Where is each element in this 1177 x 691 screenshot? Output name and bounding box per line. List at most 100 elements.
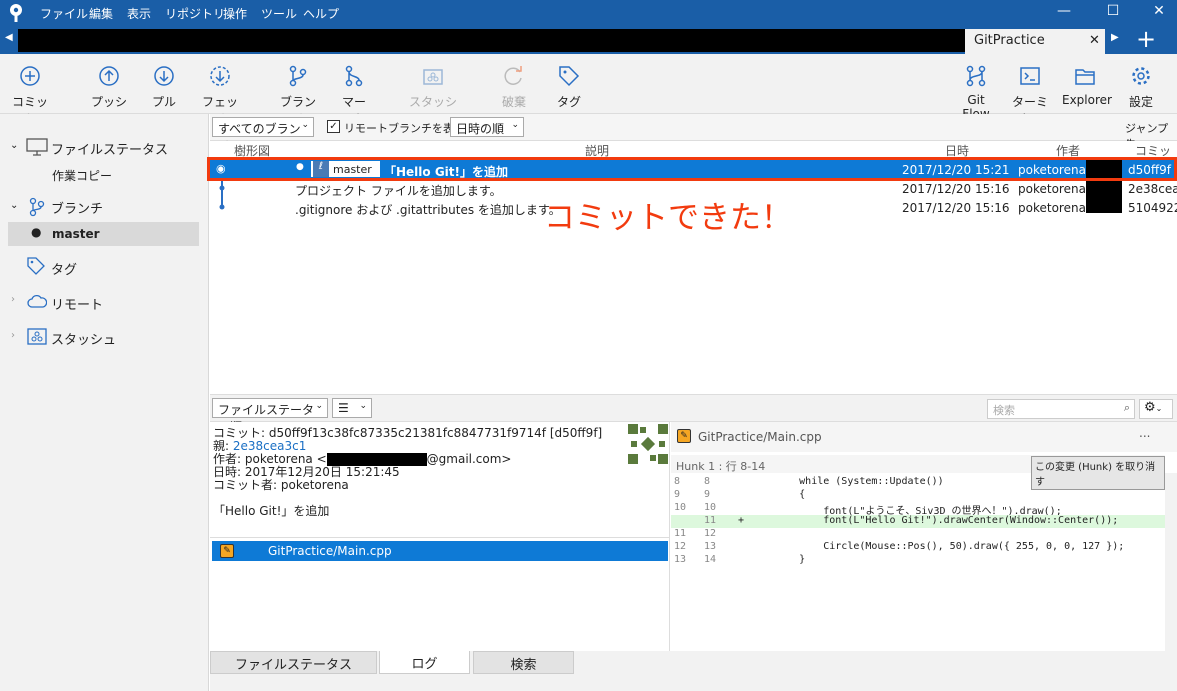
monitor-icon bbox=[26, 138, 48, 156]
file-order-dropdown[interactable]: ファイルステータス順 ⌄ bbox=[212, 398, 328, 434]
discard-label: 破棄 bbox=[501, 95, 526, 109]
code-text: } bbox=[751, 554, 806, 565]
old-line-number: 11 bbox=[674, 528, 687, 539]
redacted-email bbox=[1086, 179, 1122, 213]
pull-button[interactable]: プル bbox=[151, 64, 177, 110]
options-button[interactable]: ⚙⌄ bbox=[1139, 399, 1173, 419]
diff-scrollbar[interactable] bbox=[1165, 473, 1177, 651]
menu-view[interactable]: 表示 bbox=[127, 5, 151, 22]
menu-edit[interactable]: 編集 bbox=[89, 5, 113, 22]
highlight-box bbox=[207, 157, 1177, 181]
commit-icon bbox=[20, 66, 40, 86]
diff-line[interactable]: 10 10 font(L"ようこそ、Siv3D の世界へ！").draw(); bbox=[671, 502, 1165, 517]
sidebar: ⌄ ファイルステータス 作業コピー ⌄ ブランチ ● master タグ › リ… bbox=[0, 114, 209, 691]
tag-button[interactable]: タグ bbox=[557, 64, 581, 110]
tag-icon bbox=[26, 256, 46, 276]
diff-line[interactable]: 8 8 while (System::Update()) bbox=[671, 476, 1165, 489]
toolbar: コミット プッシュ プル フェッチ ブランチ マージ スタッシュ 破棄 タグ G… bbox=[0, 54, 1177, 126]
sidebar-item-working-copy[interactable]: 作業コピー bbox=[52, 167, 112, 184]
detail-message: 「Hello Git!」を追加 bbox=[213, 504, 330, 518]
remotes-chevron-icon[interactable]: › bbox=[11, 294, 15, 305]
sidebar-item-branches[interactable]: ブランチ bbox=[51, 198, 103, 217]
filter-bar: すべてのブランチ ⌄ ✓ リモートブランチを表示 日時の順 ⌄ ジャンプ先: bbox=[210, 114, 1177, 153]
search-placeholder: 検索 bbox=[993, 404, 1015, 417]
pull-icon bbox=[154, 66, 174, 86]
add-tab-button[interactable]: + bbox=[1136, 25, 1156, 53]
git-flow-button[interactable]: Git Flow bbox=[953, 64, 999, 121]
hunk-label: Hunk 1 : 行 8-14 bbox=[676, 460, 766, 473]
sidebar-item-tags[interactable]: タグ bbox=[51, 259, 77, 278]
detail-committer: コミット者: poketorena bbox=[213, 478, 349, 492]
close-window-button[interactable]: ✕ bbox=[1136, 3, 1177, 25]
commit-message: プロジェクト ファイルを追加します。 bbox=[295, 184, 502, 198]
menu-file[interactable]: ファイル bbox=[40, 5, 88, 22]
cloud-icon bbox=[27, 294, 48, 308]
tab-scroll-right-icon[interactable]: ▶ bbox=[1111, 32, 1119, 43]
new-line-number: 14 bbox=[704, 554, 717, 565]
branch-filter-dropdown[interactable]: すべてのブランチ ⌄ bbox=[212, 117, 314, 153]
tab-scroll-left-icon[interactable]: ◀ bbox=[5, 32, 13, 43]
fetch-icon bbox=[210, 66, 230, 86]
code-text: while (System::Update()) bbox=[751, 476, 944, 487]
order-dropdown[interactable]: 日時の順 ⌄ bbox=[450, 117, 524, 137]
new-line-number: 8 bbox=[704, 476, 711, 487]
menu-actions[interactable]: 操作 bbox=[223, 5, 247, 22]
sidebar-item-remotes[interactable]: リモート bbox=[51, 294, 103, 313]
tab-search[interactable]: 検索 bbox=[473, 651, 574, 674]
modified-file-icon: ✎ bbox=[220, 544, 234, 558]
branch-name: master bbox=[52, 227, 100, 241]
stash-icon bbox=[27, 328, 47, 346]
diff-marker: + bbox=[738, 515, 745, 526]
menu-help[interactable]: ヘルプ bbox=[303, 5, 339, 22]
tab-gitpractice[interactable]: GitPractice ✕ bbox=[965, 29, 1105, 54]
branch-icon bbox=[29, 197, 45, 217]
diff-line[interactable]: 12 13 Circle(Mouse::Pos(), 50).draw({ 255… bbox=[671, 541, 1165, 554]
explorer-button[interactable]: Explorer bbox=[1062, 64, 1112, 107]
menu-tools[interactable]: ツール bbox=[261, 5, 297, 22]
code-text: font(L"Hello Git!").drawCenter(Window::C… bbox=[751, 515, 1119, 526]
push-icon bbox=[99, 66, 119, 86]
sidebar-item-stashes[interactable]: スタッシュ bbox=[51, 329, 116, 348]
tab-file-status[interactable]: ファイルステータス bbox=[210, 651, 377, 674]
code-text: Circle(Mouse::Pos(), 50).draw({ 255, 0, … bbox=[751, 541, 1125, 552]
diff-line-added[interactable]: 11 + font(L"Hello Git!").drawCenter(Windo… bbox=[671, 515, 1165, 528]
search-input[interactable]: 検索 ⌕ bbox=[987, 399, 1135, 419]
tag-icon bbox=[559, 66, 580, 87]
diff-line[interactable]: 13 14 } bbox=[671, 554, 1165, 567]
maximize-button[interactable]: ☐ bbox=[1090, 3, 1136, 25]
commit-date: 2017/12/20 15:16 bbox=[902, 201, 1010, 215]
current-branch-icon: ● bbox=[31, 225, 42, 239]
merge-icon bbox=[345, 65, 363, 87]
sidebar-item-master[interactable]: ● master bbox=[8, 222, 199, 246]
file-row-selected[interactable]: ✎ GitPractice/Main.cpp bbox=[212, 541, 668, 561]
tab-log[interactable]: ログ bbox=[379, 651, 470, 674]
minimize-button[interactable]: — bbox=[1041, 3, 1087, 25]
tag-label: タグ bbox=[557, 95, 582, 109]
chevron-down-icon: ⌄ bbox=[315, 401, 323, 411]
old-line-number: 13 bbox=[674, 554, 687, 565]
show-remote-checkbox[interactable]: ✓ bbox=[327, 120, 340, 133]
sidebar-item-file-status[interactable]: ファイルステータス bbox=[51, 139, 168, 158]
diff-line[interactable]: 9 9 { bbox=[671, 489, 1165, 502]
discard-button[interactable]: 破棄 bbox=[501, 64, 527, 110]
code-text: { bbox=[751, 489, 806, 500]
old-line-number: 12 bbox=[674, 541, 687, 552]
file-status-chevron-icon[interactable]: ⌄ bbox=[10, 140, 18, 151]
branch-icon bbox=[289, 65, 307, 87]
stashes-chevron-icon[interactable]: › bbox=[11, 330, 15, 341]
new-line-number: 11 bbox=[704, 515, 717, 526]
commit-message: .gitignore および .gitattributes を追加します。 bbox=[295, 203, 561, 217]
tab-label: GitPractice bbox=[974, 33, 1045, 48]
branches-chevron-icon[interactable]: ⌄ bbox=[10, 200, 18, 211]
old-line-number: 9 bbox=[674, 489, 681, 500]
menu-repository[interactable]: リポジトリ bbox=[165, 5, 225, 22]
diff-line[interactable]: 11 12 bbox=[671, 528, 1165, 541]
order-label: 日時の順 bbox=[456, 122, 505, 136]
app-logo-icon bbox=[8, 4, 24, 22]
settings-button[interactable]: 設定 bbox=[1127, 64, 1155, 110]
more-options-button[interactable]: ... bbox=[1139, 426, 1150, 440]
diff-file-path: GitPractice/Main.cpp bbox=[698, 430, 822, 444]
new-line-number: 10 bbox=[704, 502, 717, 513]
close-tab-icon[interactable]: ✕ bbox=[1089, 33, 1100, 48]
view-mode-dropdown[interactable]: ☰ ⌄ bbox=[332, 398, 372, 418]
